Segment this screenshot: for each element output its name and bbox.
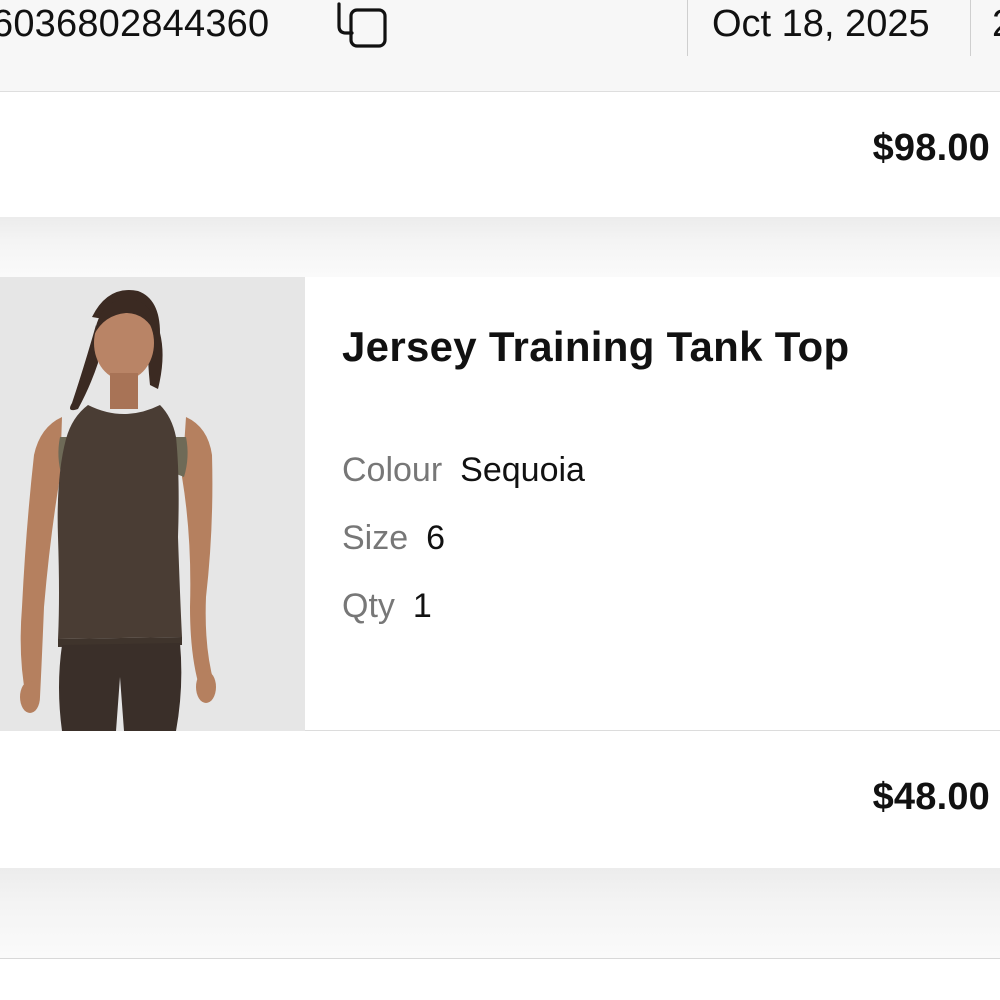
attribute-label: Size <box>342 519 409 557</box>
section-separator <box>0 217 1000 277</box>
product-image[interactable] <box>0 277 305 731</box>
order-number: 6036802844360 <box>0 3 270 45</box>
order-header: 6036802844360 Oct 18, 2025 2 <box>0 0 1000 92</box>
product-title[interactable]: Jersey Training Tank Top <box>342 323 849 371</box>
attribute-value: Sequoia <box>460 451 585 489</box>
order-date: Oct 18, 2025 <box>712 3 930 45</box>
attribute-label: Qty <box>342 587 395 625</box>
next-section <box>0 958 1000 1000</box>
attribute-value: 6 <box>426 519 446 557</box>
attribute-qty: Qty 1 <box>342 587 432 626</box>
item-price: $48.00 <box>872 776 990 818</box>
attribute-label: Colour <box>342 451 443 489</box>
section-separator <box>0 868 1000 958</box>
order-details-page: 6036802844360 Oct 18, 2025 2 $98.00 <box>0 0 1000 1000</box>
order-total-amount: $98.00 <box>872 127 990 169</box>
attribute-value: 1 <box>412 587 432 625</box>
model-photo <box>0 277 305 731</box>
column-divider <box>970 0 971 56</box>
attribute-size: Size 6 <box>342 519 445 558</box>
copy-icon <box>337 2 387 48</box>
order-total-row: $98.00 <box>0 93 1000 217</box>
product-card[interactable]: Jersey Training Tank Top Colour Sequoia S… <box>0 277 1000 731</box>
attribute-colour: Colour Sequoia <box>342 451 585 490</box>
item-price-row: $48.00 <box>0 732 1000 868</box>
column-divider <box>687 0 688 56</box>
copy-order-number-button[interactable] <box>332 0 390 50</box>
next-column-text: 2 <box>992 2 1000 46</box>
